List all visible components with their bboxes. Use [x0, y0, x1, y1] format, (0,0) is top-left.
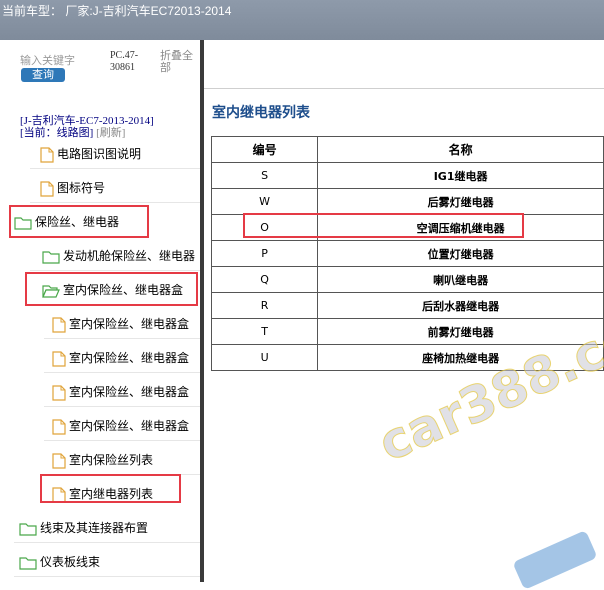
- table-row: W 后雾灯继电器: [210, 188, 604, 215]
- cell-code: Q: [210, 266, 319, 293]
- highlight-box-fuses-relays: [9, 205, 149, 238]
- table-row: T 前雾灯继电器: [210, 318, 604, 345]
- search-input[interactable]: 输入关键字: [20, 52, 75, 68]
- document-icon: [52, 452, 66, 469]
- tree-item-label: 室内保险丝、继电器盒: [69, 385, 190, 399]
- tree-item-interior-fuse-box-2[interactable]: 室内保险丝、继电器盒: [52, 349, 189, 367]
- table-row: P 位置灯继电器: [210, 240, 604, 267]
- document-icon: [52, 384, 66, 401]
- cell-code: T: [210, 318, 319, 345]
- cell-code: R: [210, 292, 319, 319]
- tree-current: [当前：线路图] [刷新]: [20, 124, 125, 140]
- cell-name: IG1继电器: [317, 162, 604, 189]
- cell-name: 后雾灯继电器: [317, 188, 604, 215]
- document-icon: [40, 180, 54, 197]
- tree-item-label: 仪表板线束: [40, 555, 101, 569]
- document-icon: [52, 316, 66, 333]
- cell-code: U: [210, 344, 319, 371]
- tree-item-diagram-guide[interactable]: 电路图识图说明: [40, 145, 141, 163]
- tree-item-interior-fuse-box-1[interactable]: 室内保险丝、继电器盒: [52, 315, 189, 333]
- page-title: 室内继电器列表: [212, 105, 310, 121]
- current-suffix: ]: [89, 127, 94, 139]
- tree-item-label: 室内保险丝、继电器盒: [69, 351, 190, 365]
- refresh-link[interactable]: [刷新]: [96, 127, 125, 139]
- tree-item-label: 电路图识图说明: [57, 147, 142, 161]
- vehicle-title: 当前车型： 厂家:J-吉利汽车EC72013-2014: [2, 4, 232, 18]
- highlight-box-interior-relay-list: [40, 474, 181, 503]
- tree-item-interior-fuse-list[interactable]: 室内保险丝列表: [52, 451, 153, 469]
- search-button[interactable]: 查询: [21, 68, 65, 82]
- table-row: R 后刮水器继电器: [210, 292, 604, 319]
- current-value: 线路图: [56, 127, 90, 139]
- tree-item-icon-symbols[interactable]: 图标符号: [40, 179, 105, 197]
- tree-item-interior-fuse-box-4[interactable]: 室内保险丝、继电器盒: [52, 417, 189, 435]
- column-header-code: 编号: [210, 136, 319, 163]
- current-prefix: [当前：: [20, 127, 57, 139]
- tree-item-interior-fuse-box-3[interactable]: 室内保险丝、继电器盒: [52, 383, 189, 401]
- cell-code: S: [210, 162, 319, 189]
- tree-item-label: 室内保险丝列表: [69, 453, 154, 467]
- cell-name: 喇叭继电器: [317, 266, 604, 293]
- document-icon: [40, 146, 54, 163]
- top-bar: 当前车型： 厂家:J-吉利汽车EC72013-2014: [0, 0, 604, 40]
- column-header-name: 名称: [317, 136, 604, 163]
- tree-item-label: 室内保险丝、继电器盒: [69, 317, 190, 331]
- tree-item-label: 线束及其连接器布置: [40, 521, 149, 535]
- highlight-box-interior-fuse-box: [25, 272, 198, 306]
- folder-icon: [42, 250, 60, 264]
- relay-table: 编号 名称 S IG1继电器 W 后雾灯继电器 O 空调压缩机继电器 P 位置灯继电器 …: [210, 136, 604, 371]
- table-row: Q 喇叭继电器: [210, 266, 604, 293]
- tree-item-harness-connectors[interactable]: 线束及其连接器布置: [19, 519, 148, 537]
- document-icon: [52, 418, 66, 435]
- document-icon: [52, 350, 66, 367]
- tree-item-label: 发动机舱保险丝、继电器: [63, 249, 196, 263]
- tree-item-label: 图标符号: [57, 181, 106, 195]
- tree-item-dashboard-harness[interactable]: 仪表板线束: [19, 553, 100, 571]
- folder-icon: [19, 556, 37, 570]
- folder-icon: [19, 522, 37, 536]
- cell-code: W: [210, 188, 319, 215]
- cell-name: 位置灯继电器: [317, 240, 604, 267]
- collapse-all-link[interactable]: 折叠全部: [160, 50, 200, 74]
- cell-name: 后刮水器继电器: [317, 292, 604, 319]
- tree-item-engine-fuses[interactable]: 发动机舱保险丝、继电器: [42, 247, 195, 265]
- pc-code: PC.47-30861: [110, 50, 139, 73]
- sidebar: 输入关键字 查询 PC.47-30861 折叠全部 [J-吉利汽车-EC7-20…: [0, 40, 201, 582]
- cell-code: P: [210, 240, 319, 267]
- highlight-box-row-o: [243, 213, 524, 238]
- table-row: S IG1继电器: [210, 162, 604, 189]
- table-header: 编号 名称: [210, 136, 604, 163]
- main-panel: 室内继电器列表 编号 名称 S IG1继电器 W 后雾灯继电器 O 空调压缩机继电器 …: [204, 40, 604, 582]
- tree-item-label: 室内保险丝、继电器盒: [69, 419, 190, 433]
